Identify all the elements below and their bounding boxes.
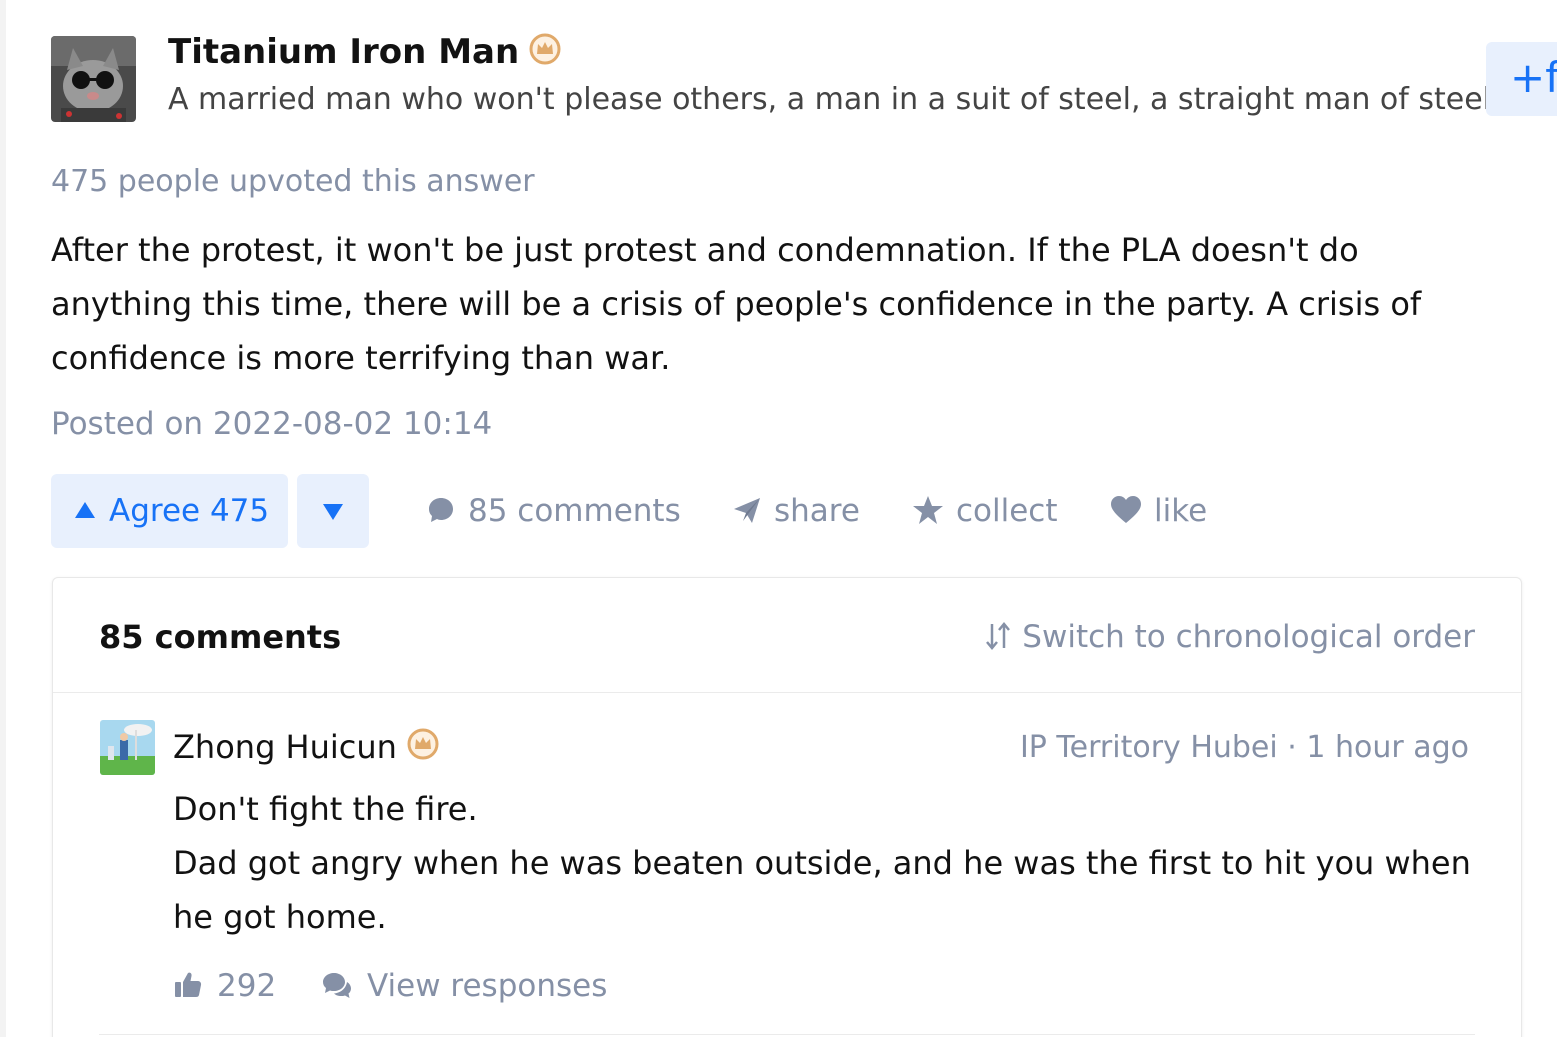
upvote-summary: 475 people upvoted this answer [51, 164, 535, 199]
comment-line: Dad got angry when he was beaten outside… [173, 844, 1471, 936]
view-responses-button[interactable]: View responses [321, 965, 607, 1007]
answer-page: Titanium Iron Man A married man who won'… [0, 0, 1557, 1037]
paper-plane-icon [734, 497, 760, 523]
disagree-button[interactable] [297, 474, 369, 548]
panel-divider [53, 692, 1521, 693]
commenter-avatar[interactable] [100, 720, 155, 775]
triangle-down-icon [323, 504, 343, 520]
sort-arrows-icon [986, 621, 1011, 650]
agree-label: Agree 475 [109, 493, 270, 529]
sort-toggle-button[interactable]: Switch to chronological order [984, 616, 1475, 658]
comment-meta: IP Territory Hubei · 1 hour ago [1019, 730, 1469, 765]
author-avatar[interactable] [51, 36, 136, 122]
chat-bubbles-icon [323, 972, 351, 998]
author-bio: A married man who won't please others, a… [168, 82, 1501, 117]
commenter-name[interactable]: Zhong Huicun [173, 728, 397, 766]
comments-title: 85 comments [99, 618, 342, 656]
sort-toggle-label: Switch to chronological order [1022, 619, 1475, 655]
comments-panel: 85 comments Switch to chronological orde… [52, 577, 1522, 1037]
follow-button[interactable]: +f [1486, 42, 1557, 116]
cat-with-sunglasses-avatar [51, 36, 136, 122]
comment-line: Don't fight the fire. [173, 790, 478, 828]
collect-label: collect [956, 493, 1058, 529]
star-icon [913, 495, 943, 524]
comments-label: 85 comments [468, 493, 681, 529]
comment-text: Don't fight the fire. Dad got angry when… [173, 782, 1493, 944]
thumbs-up-icon [175, 972, 202, 997]
left-gutter [0, 0, 6, 1037]
crown-badge-icon [529, 32, 561, 76]
author-name-row[interactable]: Titanium Iron Man [168, 30, 561, 76]
comment-like-button[interactable]: 292 [173, 965, 276, 1007]
commenter-name-row[interactable]: Zhong Huicun [173, 726, 439, 770]
like-button[interactable]: like [1110, 490, 1207, 532]
post-time[interactable]: Posted on 2022-08-02 10:14 [51, 404, 492, 444]
agree-button[interactable]: Agree 475 [51, 474, 288, 548]
comment-bubble-icon [429, 497, 453, 522]
comment-like-count: 292 [217, 968, 277, 1004]
comment-divider [99, 1034, 1475, 1035]
comments-button[interactable]: 85 comments [426, 490, 681, 532]
share-label: share [774, 493, 860, 529]
view-responses-label: View responses [367, 968, 608, 1004]
author-name[interactable]: Titanium Iron Man [168, 32, 519, 72]
answer-body: After the protest, it won't be just prot… [51, 231, 1422, 377]
anime-scene-avatar [100, 720, 155, 775]
share-button[interactable]: share [732, 490, 860, 532]
heart-icon [1111, 495, 1141, 523]
collect-button[interactable]: collect [912, 490, 1058, 532]
crown-badge-icon [407, 728, 439, 770]
triangle-up-icon [75, 501, 95, 518]
like-label: like [1154, 493, 1208, 529]
